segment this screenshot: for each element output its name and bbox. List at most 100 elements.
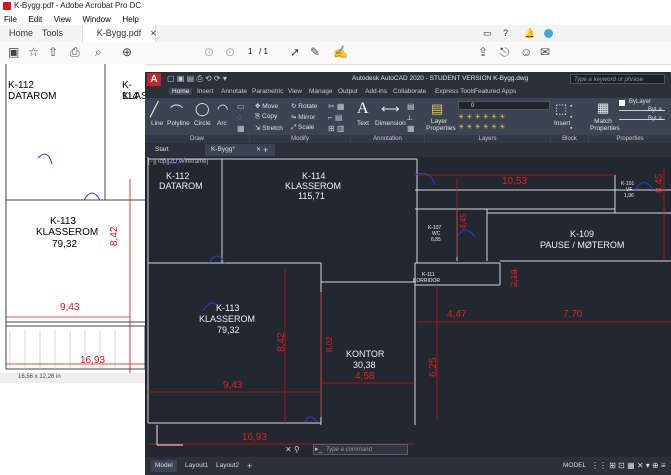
annotation-extra-icons[interactable]: ▤ ⟂ ▦ (407, 101, 415, 134)
ribbon-tab-home[interactable]: Home (169, 88, 193, 95)
ribbon-panel-area: ╱ ⌒ ◯ ◠ Line Polyline Circle Arc ▭ ◌ ▦ ✥ M… (145, 98, 671, 143)
tab-home[interactable]: Home (9, 25, 33, 42)
insert-block-icon[interactable]: ⬚ (555, 101, 567, 117)
select-cursor-icon[interactable]: ➚ (290, 45, 300, 59)
close-tab-icon[interactable]: ✕ (150, 25, 157, 42)
menu-file[interactable]: File (4, 15, 17, 24)
panel-modify-label[interactable]: Modify (250, 135, 350, 143)
drawing-canvas[interactable]: [−][Top][2D Wireframe] K-112 DATAROM K-1… (145, 156, 671, 457)
layer-state-icons[interactable]: ☀ ☀ ☀ ☀ ☀ ☀ ☀ ☀ ☀ ☀ ☀ ☀ (458, 113, 505, 133)
model-space-indicator[interactable]: MODEL (559, 460, 590, 472)
help-icon[interactable]: ? (503, 25, 508, 42)
arc-tool-icon[interactable]: ◠ (217, 101, 228, 117)
polyline-tool[interactable]: Polyline (167, 120, 190, 127)
ribbon-tab-output[interactable]: Output (338, 88, 358, 95)
linetype-bylayer[interactable]: ByLa (648, 107, 662, 113)
block-extra-icons[interactable]: ▪ ▪ ▪ (570, 101, 572, 134)
modify-extra-icons[interactable]: ✂ ▦ ⌐ ▤ ⊞ ▥ (328, 101, 344, 134)
ribbon-tab-annotate[interactable]: Annotate (221, 88, 247, 95)
viewport-controls[interactable]: [−][Top][2D Wireframe] (148, 159, 208, 165)
acrobat-window-title: K-Bygg.pdf - Adobe Acrobat Pro DC (14, 1, 142, 10)
rotate-tool[interactable]: ↻ Rotate (291, 102, 317, 110)
mirror-tool[interactable]: ⇋ Mirror (291, 113, 315, 121)
chat-icon[interactable]: ▭ (483, 25, 492, 42)
print-icon[interactable]: ⎙ (70, 45, 80, 60)
layout1-tab[interactable]: Layout1 (181, 460, 212, 472)
zoom-icon[interactable]: ⊕ (122, 45, 132, 59)
move-tool[interactable]: ✥ Move (255, 102, 278, 110)
quick-access-toolbar[interactable]: ▢ ▣ ▤ ⎙ ⟲ ⟳ ▾ (167, 74, 227, 84)
circle-tool-icon[interactable]: ◯ (195, 101, 210, 117)
stretch-tool[interactable]: ⇲ Stretch (255, 124, 283, 132)
match-properties-tool[interactable]: Match Properties (590, 118, 620, 132)
status-bar-toggles[interactable]: ⋮⋮ ⊞ ⊡ ▦ ✕ ▾ ⊕ ≡ (587, 460, 670, 472)
dimension-tool[interactable]: Dimension (375, 120, 406, 127)
bookmark-star-icon[interactable]: ☆ (28, 45, 39, 59)
share-person-icon[interactable]: ☺ (520, 45, 532, 59)
share-link-icon[interactable]: ⎋ (500, 45, 510, 60)
comment-icon[interactable]: ✎ (310, 45, 320, 59)
command-line-icons[interactable]: ✕ ⚲ (285, 445, 300, 454)
command-input[interactable]: Type a command (313, 444, 408, 455)
page-up-icon[interactable]: ⊙ (204, 45, 214, 59)
menu-edit[interactable]: Edit (28, 15, 42, 24)
model-tab[interactable]: Model (151, 460, 177, 472)
polyline-tool-icon[interactable]: ⌒ (170, 101, 183, 120)
page-down-icon[interactable]: ⊙ (225, 45, 235, 59)
dimension-tool-icon[interactable]: ⟷ (381, 101, 400, 117)
avatar[interactable] (544, 29, 553, 38)
pdf-dimension: 9,43 (60, 302, 80, 313)
ribbon-tab-collaborate[interactable]: Collaborate (393, 88, 426, 95)
menu-view[interactable]: View (54, 15, 71, 24)
cad-dimension: 8,45 (654, 173, 665, 193)
layout2-tab[interactable]: Layout2 (212, 460, 243, 472)
export-icon[interactable]: ⇪ (478, 45, 488, 59)
add-layout-icon[interactable]: + (243, 460, 256, 472)
ribbon-tab-manage[interactable]: Manage (309, 88, 333, 95)
color-swatch-icon[interactable] (619, 100, 625, 106)
tab-tools[interactable]: Tools (42, 25, 63, 42)
mail-icon[interactable]: ✉ (540, 45, 550, 59)
ribbon-tab-view[interactable]: View (288, 88, 302, 95)
acrobat-logo-icon (3, 2, 11, 10)
ribbon-tab-featured-apps[interactable]: Featured Apps (474, 88, 516, 95)
line-tool[interactable]: Line (151, 120, 163, 127)
save-icon[interactable]: ▣ (8, 45, 19, 59)
lineweight-bylayer[interactable]: ByLa (648, 116, 662, 122)
text-tool-icon[interactable]: A (357, 100, 369, 118)
ribbon-tab-express-tools[interactable]: Express Tools (435, 88, 475, 95)
circle-tool[interactable]: Circle (194, 120, 211, 127)
panel-draw-label[interactable]: Draw (145, 135, 249, 143)
scale-tool[interactable]: ⤢ Scale (291, 124, 314, 132)
layer-properties-icon[interactable]: ▤ (431, 101, 443, 117)
page-number-input[interactable]: 1 (248, 47, 252, 56)
ribbon-tab-addins[interactable]: Add-ins (365, 88, 387, 95)
panel-layers-label[interactable]: Layers (425, 135, 550, 143)
draw-extra-icons[interactable]: ▭ ◌ ▦ (237, 101, 245, 134)
layer-dropdown[interactable]: 0 (458, 101, 550, 110)
text-tool[interactable]: Text (357, 120, 369, 127)
notification-icon[interactable]: 🔔 (524, 25, 535, 42)
ribbon-tab-insert[interactable]: Insert (197, 88, 213, 95)
start-tab[interactable]: Start (149, 144, 175, 156)
tab-document[interactable]: K-Bygg.pdf (82, 25, 156, 42)
search-icon[interactable]: ⌕ (95, 45, 102, 60)
line-tool-icon[interactable]: ╱ (150, 101, 158, 118)
insert-block-tool[interactable]: Insert (554, 120, 570, 127)
copy-tool[interactable]: ⎘ Copy (255, 113, 277, 121)
panel-block-label[interactable]: Block (551, 135, 588, 143)
new-tab-icon[interactable]: + (257, 144, 274, 156)
upload-icon[interactable]: ⇧ (48, 45, 58, 59)
menu-help[interactable]: Help (122, 15, 138, 24)
sign-icon[interactable]: ✍ (333, 45, 348, 59)
ribbon-tab-parametric[interactable]: Parametric (252, 88, 283, 95)
panel-properties-label[interactable]: Properties (589, 135, 671, 143)
autocad-logo-icon[interactable]: A (147, 73, 161, 86)
panel-annotation-label[interactable]: Annotation (351, 135, 424, 143)
match-properties-icon[interactable]: ▦ (597, 100, 609, 116)
keyword-search-input[interactable]: Type a keyword or phrase (570, 74, 665, 84)
layer-properties-tool[interactable]: Layer Properties (426, 118, 456, 132)
color-bylayer[interactable]: ByLayer (629, 99, 651, 105)
menu-window[interactable]: Window (82, 15, 110, 24)
arc-tool[interactable]: Arc (217, 120, 227, 127)
